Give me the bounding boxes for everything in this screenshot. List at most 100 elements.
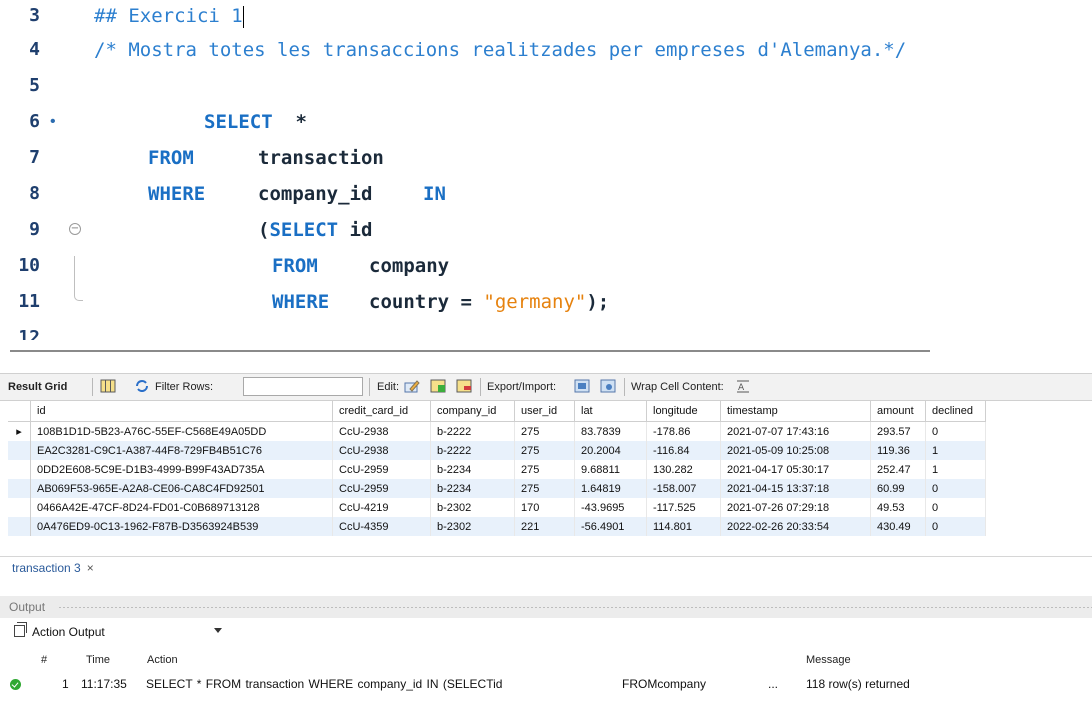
- close-icon[interactable]: ×: [87, 561, 94, 575]
- column-header-company-id[interactable]: company_id: [430, 401, 515, 422]
- code-line-11[interactable]: 11 WHERE country = "germany");: [0, 284, 1092, 320]
- table-row[interactable]: AB069F53-965E-A2A8-CE06-CA8C4FD92501 CcU…: [8, 479, 986, 498]
- cell-declined[interactable]: 0: [925, 479, 986, 498]
- cell-amount[interactable]: 430.49: [870, 517, 926, 536]
- column-header-timestamp[interactable]: timestamp: [720, 401, 871, 422]
- add-row-icon[interactable]: [430, 379, 446, 393]
- table-row[interactable]: ▸ 108B1D1D-5B23-A76C-55EF-C568E49A05DD C…: [8, 421, 986, 441]
- cell-lat[interactable]: -56.4901: [574, 517, 647, 536]
- cell-id[interactable]: EA2C3281-C9C1-A387-44F8-729FB4B51C76: [30, 441, 333, 460]
- code-line-12[interactable]: 12: [0, 320, 1092, 340]
- cell-id[interactable]: 0A476ED9-0C13-1962-F87B-D3563924B539: [30, 517, 333, 536]
- cell-amount[interactable]: 119.36: [870, 441, 926, 460]
- cell-longitude[interactable]: 114.801: [646, 517, 721, 536]
- column-header-longitude[interactable]: longitude: [646, 401, 721, 422]
- cell-lat[interactable]: 20.2004: [574, 441, 647, 460]
- cell-declined[interactable]: 1: [925, 441, 986, 460]
- cell-user-id[interactable]: 221: [514, 517, 575, 536]
- cell-id[interactable]: 108B1D1D-5B23-A76C-55EF-C568E49A05DD: [30, 421, 333, 441]
- cell-id[interactable]: AB069F53-965E-A2A8-CE06-CA8C4FD92501: [30, 479, 333, 498]
- action-output-select[interactable]: Action Output: [32, 625, 105, 639]
- code-line-7[interactable]: 7 FROM transaction: [0, 140, 1092, 176]
- cell-user-id[interactable]: 275: [514, 460, 575, 479]
- cell-lat[interactable]: 1.64819: [574, 479, 647, 498]
- result-grid-tab[interactable]: Result Grid: [8, 380, 67, 394]
- panel-splitter[interactable]: [10, 350, 930, 352]
- cell-company-id[interactable]: b-2222: [430, 441, 515, 460]
- code-line-5[interactable]: 5: [0, 68, 1092, 104]
- cell-timestamp[interactable]: 2021-04-17 05:30:17: [720, 460, 871, 479]
- delete-row-icon[interactable]: [456, 379, 472, 393]
- cell-timestamp[interactable]: 2021-07-07 17:43:16: [720, 421, 871, 441]
- edit-cell-icon[interactable]: [404, 379, 420, 393]
- cell-amount[interactable]: 293.57: [870, 421, 926, 441]
- column-header-id[interactable]: id: [30, 401, 333, 422]
- cell-timestamp[interactable]: 2021-04-15 13:37:18: [720, 479, 871, 498]
- cell-timestamp[interactable]: 2021-05-09 10:25:08: [720, 441, 871, 460]
- cell-declined[interactable]: 1: [925, 460, 986, 479]
- column-header-amount[interactable]: amount: [870, 401, 926, 422]
- chevron-down-icon[interactable]: [214, 628, 222, 633]
- table-row[interactable]: 0DD2E608-5C9E-D1B3-4999-B99F43AD735A CcU…: [8, 460, 986, 479]
- column-header-credit-card-id[interactable]: credit_card_id: [332, 401, 431, 422]
- table-row[interactable]: EA2C3281-C9C1-A387-44F8-729FB4B51C76 CcU…: [8, 441, 986, 460]
- cell-amount[interactable]: 60.99: [870, 479, 926, 498]
- cell-credit-card-id[interactable]: CcU-2959: [332, 460, 431, 479]
- cell-credit-card-id[interactable]: CcU-4359: [332, 517, 431, 536]
- cell-company-id[interactable]: b-2234: [430, 460, 515, 479]
- cell-longitude[interactable]: -117.525: [646, 498, 721, 517]
- code-line-4[interactable]: 4 /* Mostra totes les transaccions reali…: [0, 32, 1092, 68]
- table-row[interactable]: 0A476ED9-0C13-1962-F87B-D3563924B539 CcU…: [8, 517, 986, 536]
- cell-id[interactable]: 0466A42E-47CF-8D24-FD01-C0B689713128: [30, 498, 333, 517]
- code-line-8[interactable]: 8 WHERE company_id IN: [0, 176, 1092, 212]
- column-header-lat[interactable]: lat: [574, 401, 647, 422]
- cell-company-id[interactable]: b-2302: [430, 498, 515, 517]
- cell-amount[interactable]: 252.47: [870, 460, 926, 479]
- code-line-10[interactable]: 10 FROM company: [0, 248, 1092, 284]
- cell-lat[interactable]: 9.68811: [574, 460, 647, 479]
- cell-longitude[interactable]: 130.282: [646, 460, 721, 479]
- code-line-6[interactable]: 6 • SELECT *: [0, 104, 1092, 140]
- cell-id[interactable]: 0DD2E608-5C9E-D1B3-4999-B99F43AD735A: [30, 460, 333, 479]
- cell-timestamp[interactable]: 2021-07-26 07:29:18: [720, 498, 871, 517]
- cell-company-id[interactable]: b-2234: [430, 479, 515, 498]
- cell-user-id[interactable]: 170: [514, 498, 575, 517]
- cell-declined[interactable]: 0: [925, 517, 986, 536]
- export-import-label: Export/Import:: [487, 381, 557, 393]
- cell-longitude[interactable]: -178.86: [646, 421, 721, 441]
- wrap-text-icon[interactable]: A: [735, 379, 751, 393]
- cell-lat[interactable]: 83.7839: [574, 421, 647, 441]
- filter-rows-input[interactable]: [243, 377, 363, 396]
- cell-amount[interactable]: 49.53: [870, 498, 926, 517]
- log-row-action[interactable]: SELECT * FROM transaction WHERE company_…: [146, 677, 502, 691]
- cell-credit-card-id[interactable]: CcU-4219: [332, 498, 431, 517]
- column-header-user-id[interactable]: user_id: [514, 401, 575, 422]
- cell-credit-card-id[interactable]: CcU-2938: [332, 421, 431, 441]
- tab-transaction-3[interactable]: transaction 3 ×: [12, 561, 94, 575]
- cell-user-id[interactable]: 275: [514, 421, 575, 441]
- table-row[interactable]: 0466A42E-47CF-8D24-FD01-C0B689713128 CcU…: [8, 498, 986, 517]
- cell-lat[interactable]: -43.9695: [574, 498, 647, 517]
- code-line-9[interactable]: 9 − (SELECT id: [0, 212, 1092, 248]
- cell-longitude[interactable]: -158.007: [646, 479, 721, 498]
- cell-credit-card-id[interactable]: CcU-2959: [332, 479, 431, 498]
- cell-credit-card-id[interactable]: CcU-2938: [332, 441, 431, 460]
- cell-longitude[interactable]: -116.84: [646, 441, 721, 460]
- export-icon[interactable]: [574, 379, 590, 393]
- cell-company-id[interactable]: b-2302: [430, 517, 515, 536]
- result-grid[interactable]: id credit_card_id company_id user_id lat…: [8, 401, 1092, 553]
- sql-editor[interactable]: 3 ## Exercici 1 4 /* Mostra totes les tr…: [0, 0, 1092, 340]
- cell-company-id[interactable]: b-2222: [430, 421, 515, 441]
- refresh-filter-icon[interactable]: [134, 379, 150, 393]
- import-icon[interactable]: [600, 379, 616, 393]
- fold-toggle-icon[interactable]: −: [69, 223, 81, 235]
- column-header-declined[interactable]: declined: [925, 401, 986, 422]
- panel-grip[interactable]: [58, 606, 1092, 609]
- cell-user-id[interactable]: 275: [514, 479, 575, 498]
- cell-timestamp[interactable]: 2022-02-26 20:33:54: [720, 517, 871, 536]
- grid-view-icon[interactable]: [100, 379, 116, 393]
- code-line-3[interactable]: 3 ## Exercici 1: [0, 0, 1092, 34]
- cell-user-id[interactable]: 275: [514, 441, 575, 460]
- cell-declined[interactable]: 0: [925, 498, 986, 517]
- cell-declined[interactable]: 0: [925, 421, 986, 441]
